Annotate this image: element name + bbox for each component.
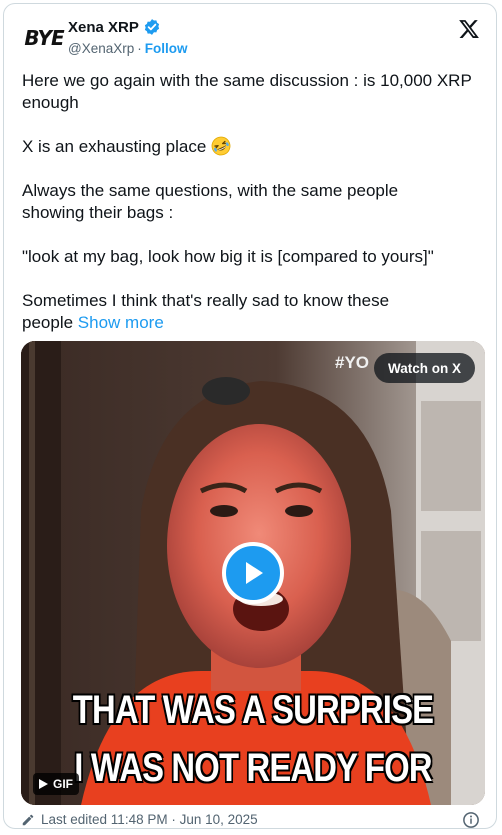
display-name[interactable]: Xena XRP	[68, 19, 139, 36]
gif-badge-label: GIF	[53, 777, 73, 791]
tweet-paragraph-truncated: Sometimes I think that's really sad to k…	[22, 290, 488, 334]
tweet-paragraph: Here we go again with the same discussio…	[22, 71, 472, 112]
gif-badge: GIF	[33, 773, 79, 795]
tweet-paragraph-with-emoji: X is an exhausting place	[22, 136, 488, 158]
pencil-icon	[22, 814, 34, 825]
play-icon	[246, 562, 263, 584]
gif-caption-line-1: THAT WAS A SURPRISE	[72, 688, 434, 732]
x-logo-icon[interactable]	[458, 18, 480, 40]
follow-button[interactable]: Follow	[145, 41, 188, 56]
last-edited-text[interactable]: Last edited 11:48 PM · Jun 10, 2025	[41, 812, 258, 827]
tweet-paragraph-text: X is an exhausting place	[22, 137, 207, 156]
rolling-on-floor-laughing-emoji-icon	[211, 136, 231, 156]
avatar-text: BYE	[24, 26, 64, 50]
handle-row: @XenaXrp · Follow	[68, 41, 188, 56]
tweet-paragraph: Always the same questions, with the same…	[22, 181, 399, 222]
gif-caption-line-2: I WAS NOT READY FOR	[74, 746, 432, 790]
tweet-paragraph: "look at my bag, look how big it is [com…	[22, 247, 434, 266]
edit-info: Last edited 11:48 PM · Jun 10, 2025	[21, 812, 258, 827]
handle-separator: ·	[137, 41, 142, 56]
play-button[interactable]	[222, 542, 284, 604]
avatar[interactable]: BYE	[24, 18, 64, 58]
handle[interactable]: @XenaXrp	[68, 41, 134, 56]
show-more-link[interactable]: Show more	[78, 313, 164, 332]
verified-badge-icon	[144, 19, 159, 35]
info-icon[interactable]	[462, 811, 480, 829]
watch-on-x-button[interactable]: Watch on X	[374, 353, 475, 383]
author-name-row: Xena XRP	[68, 18, 161, 36]
gif-media[interactable]: #YO Watch on X THAT WAS A SURPRISE I WAS…	[21, 341, 485, 805]
gif-play-icon	[39, 779, 48, 789]
tweet-text: Here we go again with the same discussio…	[22, 70, 488, 334]
gif-overlay-hashtag: #YO	[335, 353, 370, 372]
tweet-card: BYE Xena XRP @XenaXrp · Follow Here we g…	[3, 3, 497, 829]
